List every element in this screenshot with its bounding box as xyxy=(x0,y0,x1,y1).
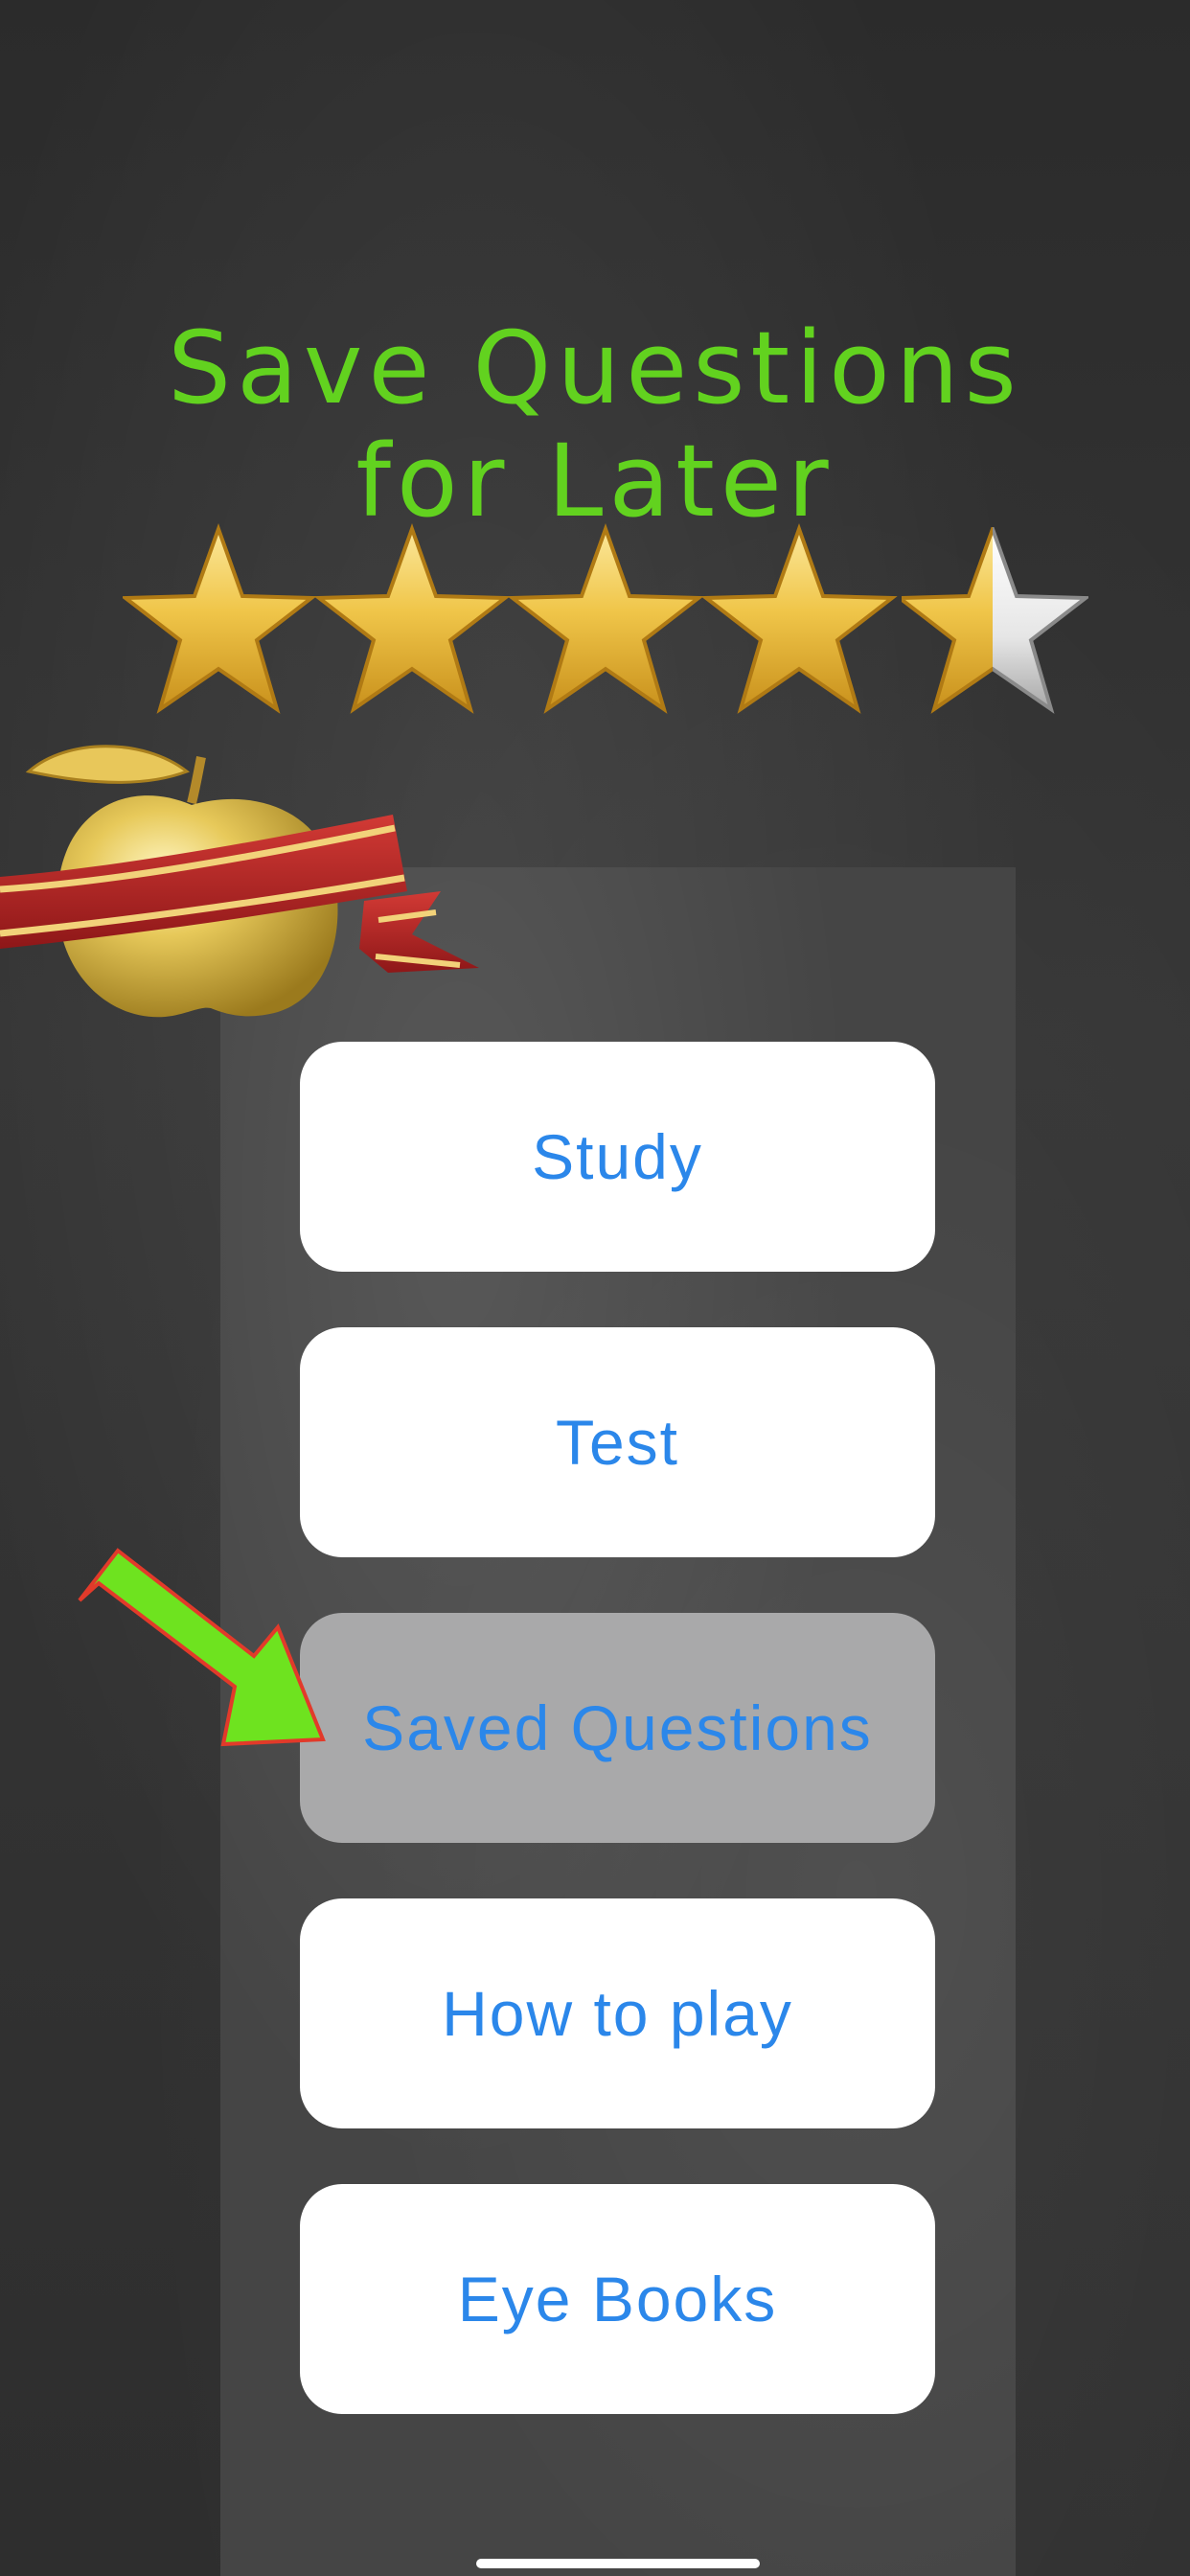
star-icon xyxy=(511,527,700,711)
test-button[interactable]: Test xyxy=(300,1327,935,1557)
star-icon xyxy=(124,527,313,711)
golden-apple-ribbon-icon xyxy=(0,745,479,1018)
half-star-icon xyxy=(902,527,1087,711)
home-indicator[interactable] xyxy=(476,2559,760,2568)
study-button[interactable]: Study xyxy=(300,1042,935,1272)
page-title-line-1: Save Questions xyxy=(168,309,1022,426)
page-title: Save Questions for Later xyxy=(0,311,1190,538)
star-icon xyxy=(317,527,507,711)
star-icon xyxy=(704,527,894,711)
star-rating xyxy=(124,527,1087,711)
eye-books-button[interactable]: Eye Books xyxy=(300,2184,935,2414)
app-screen: Save Questions for Later Study Test Save… xyxy=(0,0,1190,2576)
arrow-icon xyxy=(78,1548,326,1747)
saved-questions-button[interactable]: Saved Questions xyxy=(300,1613,935,1843)
how-to-play-button[interactable]: How to play xyxy=(300,1898,935,2128)
